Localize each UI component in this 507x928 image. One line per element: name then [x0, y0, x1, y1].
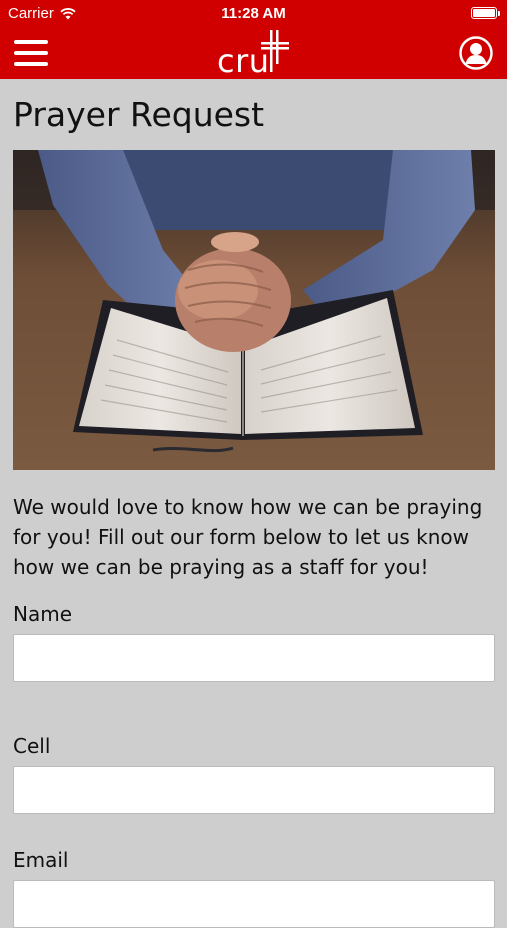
battery-icon [471, 7, 500, 19]
hero-image-praying-hands-bible [13, 150, 495, 470]
status-time: 11:28 AM [221, 5, 286, 22]
cell-input[interactable] [13, 766, 495, 814]
name-input[interactable] [13, 634, 495, 682]
hamburger-menu-icon[interactable] [14, 40, 48, 68]
email-field-group: Email [13, 848, 495, 928]
email-input[interactable] [13, 880, 495, 928]
intro-text: We would love to know how we can be pray… [13, 495, 483, 579]
cross-icon [261, 30, 289, 72]
status-bar: Carrier 11:28 AM [0, 0, 507, 28]
page-title: Prayer Request [13, 95, 265, 134]
email-label: Email [13, 848, 69, 872]
user-profile-icon[interactable] [459, 36, 493, 70]
nav-bar: cru [0, 28, 507, 80]
name-field-group: Name [13, 602, 495, 682]
cell-label: Cell [13, 734, 51, 758]
cru-logo: cru [215, 28, 295, 80]
name-label: Name [13, 602, 73, 626]
main-content: Prayer Request We would love to know how… [13, 79, 495, 928]
cell-field-group: Cell [13, 734, 495, 814]
